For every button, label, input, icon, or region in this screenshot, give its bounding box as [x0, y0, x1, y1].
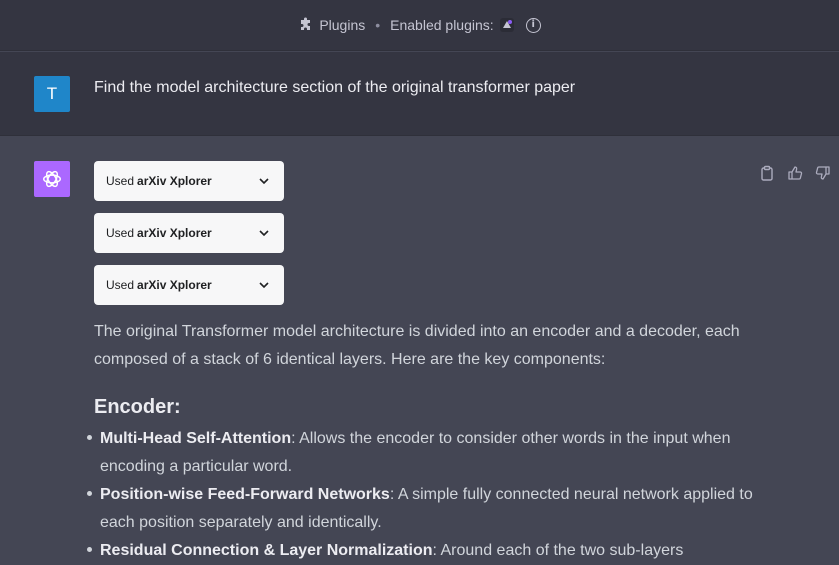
user-message: T Find the model architecture section of… — [0, 52, 839, 136]
list-item-term: Residual Connection & Layer Normalizatio… — [100, 542, 433, 559]
plugins-label: Plugins — [319, 17, 366, 33]
openai-logo-icon — [34, 161, 70, 197]
list-item-term: Multi-Head Self-Attention — [100, 430, 292, 447]
list-item: Position-wise Feed-Forward Networks: A s… — [87, 481, 754, 537]
plugin-use-name: arXiv Xplorer — [137, 174, 212, 188]
info-icon[interactable]: i — [525, 17, 541, 33]
plugin-logo-icon[interactable] — [499, 17, 515, 33]
plugin-use-prefix: Used — [106, 174, 135, 188]
copy-icon[interactable] — [759, 165, 775, 181]
plugin-use-toggle[interactable]: Used arXiv Xplorer — [94, 161, 284, 201]
section-heading: Encoder: — [94, 396, 181, 418]
thumbs-down-icon[interactable] — [815, 165, 831, 181]
plugin-use-toggle[interactable]: Used arXiv Xplorer — [94, 265, 284, 305]
user-message-text: Find the model architecture section of t… — [94, 79, 576, 96]
message-actions — [759, 165, 831, 181]
plugin-use-toggle[interactable]: Used arXiv Xplorer — [94, 213, 284, 253]
response-intro: The original Transformer model architect… — [94, 323, 740, 368]
separator-dot: • — [375, 17, 381, 33]
plugin-use-prefix: Used — [106, 278, 135, 292]
plugin-use-prefix: Used — [106, 226, 135, 240]
list-item-term: Position-wise Feed-Forward Networks — [100, 486, 390, 503]
list-item: Multi-Head Self-Attention: Allows the en… — [87, 425, 754, 481]
assistant-response: The original Transformer model architect… — [87, 318, 754, 565]
chevron-down-icon — [259, 178, 269, 185]
enabled-plugins: Enabled plugins: i — [390, 17, 541, 33]
encoder-components-list: Multi-Head Self-Attention: Allows the en… — [87, 425, 754, 565]
top-bar: Plugins • Enabled plugins: i — [0, 0, 839, 51]
plugin-use-name: arXiv Xplorer — [137, 278, 212, 292]
list-item-desc: : Around each of the two sub-layers — [432, 542, 684, 559]
plugins-indicator[interactable]: Plugins — [298, 17, 365, 33]
puzzle-icon — [301, 17, 311, 30]
enabled-plugins-label: Enabled plugins: — [390, 17, 494, 33]
plugin-use-name: arXiv Xplorer — [137, 226, 212, 240]
thumbs-up-icon[interactable] — [787, 165, 803, 181]
chevron-down-icon — [259, 282, 269, 289]
list-item: Residual Connection & Layer Normalizatio… — [87, 537, 754, 565]
avatar: T — [34, 76, 70, 112]
chevron-down-icon — [259, 230, 269, 237]
